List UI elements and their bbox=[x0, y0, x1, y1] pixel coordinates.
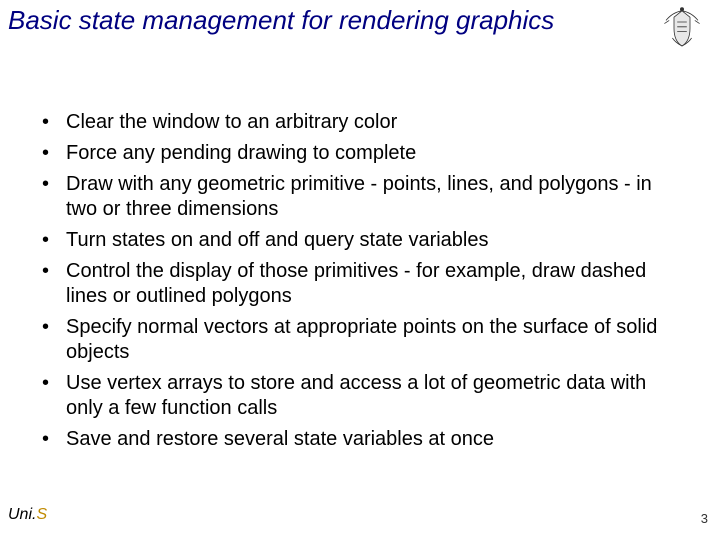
bullet-list: Clear the window to an arbitrary color F… bbox=[38, 110, 680, 452]
list-item: Turn states on and off and query state v… bbox=[38, 228, 680, 253]
slide-body: Clear the window to an arbitrary color F… bbox=[38, 110, 680, 458]
list-item: Control the display of those primitives … bbox=[38, 259, 680, 309]
list-item: Specify normal vectors at appropriate po… bbox=[38, 315, 680, 365]
list-item: Save and restore several state variables… bbox=[38, 427, 680, 452]
list-item: Force any pending drawing to complete bbox=[38, 141, 680, 166]
footer: Uni.S 3 bbox=[8, 506, 708, 526]
list-item: Clear the window to an arbitrary color bbox=[38, 110, 680, 135]
page-number: 3 bbox=[701, 511, 708, 526]
brand-logo: Uni.S bbox=[8, 506, 47, 523]
brand-suffix: S bbox=[36, 506, 47, 523]
slide-title: Basic state management for rendering gra… bbox=[8, 6, 640, 36]
brand-prefix: Uni. bbox=[8, 506, 36, 523]
university-crest-icon bbox=[658, 6, 706, 54]
list-item: Use vertex arrays to store and access a … bbox=[38, 371, 680, 421]
slide: Basic state management for rendering gra… bbox=[0, 0, 720, 540]
list-item: Draw with any geometric primitive - poin… bbox=[38, 172, 680, 222]
